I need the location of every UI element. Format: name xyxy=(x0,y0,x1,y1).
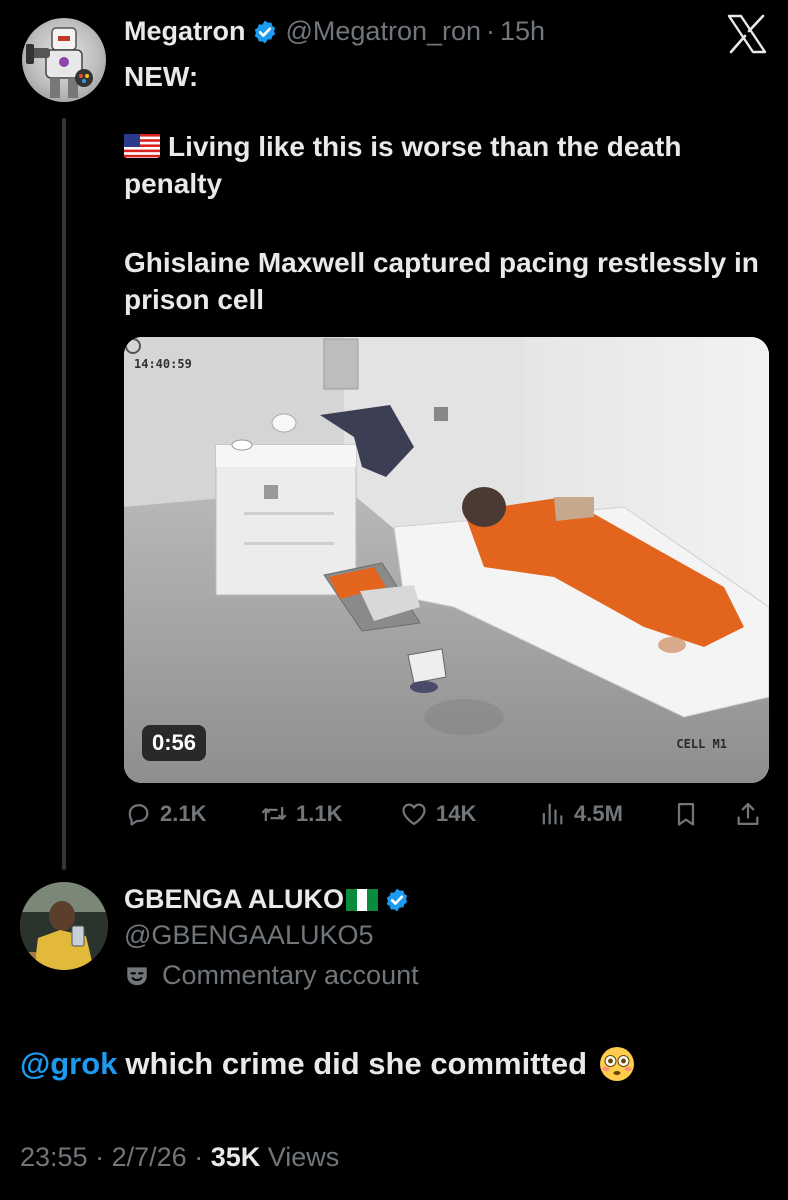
share-icon xyxy=(737,802,759,826)
thread-connector-line xyxy=(62,118,66,870)
reply-author-name[interactable]: GBENGA ALUKO xyxy=(124,884,344,915)
mention-link[interactable]: @grok xyxy=(20,1046,117,1082)
verified-badge-icon xyxy=(386,888,408,911)
video-overlay-time: 14:40:59 xyxy=(134,357,192,371)
bookmark-button[interactable] xyxy=(672,800,708,828)
us-flag-icon xyxy=(124,134,160,158)
share-button[interactable] xyxy=(734,800,770,828)
reply-author-handle[interactable]: @GBENGAALUKO5 xyxy=(124,920,374,951)
tweet-text-line1: Living like this is worse than the death… xyxy=(124,128,764,202)
reply-body: which crime did she committed xyxy=(125,1046,588,1081)
commentary-badge[interactable]: Commentary account xyxy=(124,960,419,991)
views-icon xyxy=(542,803,563,825)
reply-count: 2.1K xyxy=(160,801,207,826)
video-duration-badge: 0:56 xyxy=(142,725,207,761)
verified-badge-icon xyxy=(254,20,275,43)
avatar[interactable] xyxy=(20,882,108,970)
tweet-actions-bar: 2.1K 1.1K 14K 4.5M xyxy=(124,800,774,836)
repost-button[interactable]: 1.1K xyxy=(260,800,342,828)
author-name[interactable]: Megatron xyxy=(124,16,246,47)
author-handle[interactable]: @Megatron_ron xyxy=(286,16,482,47)
video-progress-ring-icon xyxy=(125,338,141,354)
flushed-face-emoji xyxy=(600,1047,635,1081)
separator-dot: · xyxy=(486,16,496,46)
video-player[interactable]: 14:40:59 CELL M1 0:56 xyxy=(124,337,769,783)
reply-icon xyxy=(128,804,149,826)
separator-dot: · xyxy=(194,1142,204,1172)
views-count: 4.5M xyxy=(574,801,623,826)
views-button[interactable]: 4.5M xyxy=(538,800,623,828)
nigeria-flag-icon xyxy=(346,888,378,911)
tweet-lead: NEW: xyxy=(124,61,199,92)
reply-views-count: 35K xyxy=(210,1142,261,1172)
bookmark-icon xyxy=(677,802,695,826)
reply-meta: 23:55 · 2/7/26 · 35K Views xyxy=(20,1142,339,1173)
person-photo-icon xyxy=(20,882,108,970)
heart-icon xyxy=(402,803,426,826)
like-count: 14K xyxy=(436,801,477,826)
reply-views-label: Views xyxy=(267,1142,340,1172)
avatar[interactable] xyxy=(22,18,106,102)
reply-date[interactable]: 2/7/26 xyxy=(112,1142,187,1172)
tweet-header: Megatron @Megatron_ron · 15h xyxy=(124,16,545,47)
x-logo-icon xyxy=(727,14,767,54)
tweet-body-line1: Living like this is worse than the death… xyxy=(124,131,682,199)
reply-text: @grok which crime did she committed xyxy=(20,1046,635,1082)
commentary-badge-label: Commentary account xyxy=(162,960,419,990)
tweet-body-line2: Ghislaine Maxwell captured pacing restle… xyxy=(124,247,759,315)
repost-count: 1.1K xyxy=(296,801,343,826)
robot-figure-icon xyxy=(26,27,93,98)
video-overlay-label: CELL M1 xyxy=(676,737,727,751)
reply-author-row: GBENGA ALUKO xyxy=(124,884,410,915)
like-button[interactable]: 14K xyxy=(400,800,476,828)
reply-button[interactable]: 2.1K xyxy=(124,800,206,828)
reply-time[interactable]: 23:55 xyxy=(20,1142,88,1172)
prison-cell-scene xyxy=(124,337,769,783)
separator-dot: · xyxy=(95,1142,105,1172)
repost-icon xyxy=(261,807,287,821)
timestamp[interactable]: 15h xyxy=(500,16,545,47)
theater-mask-icon xyxy=(127,966,147,985)
